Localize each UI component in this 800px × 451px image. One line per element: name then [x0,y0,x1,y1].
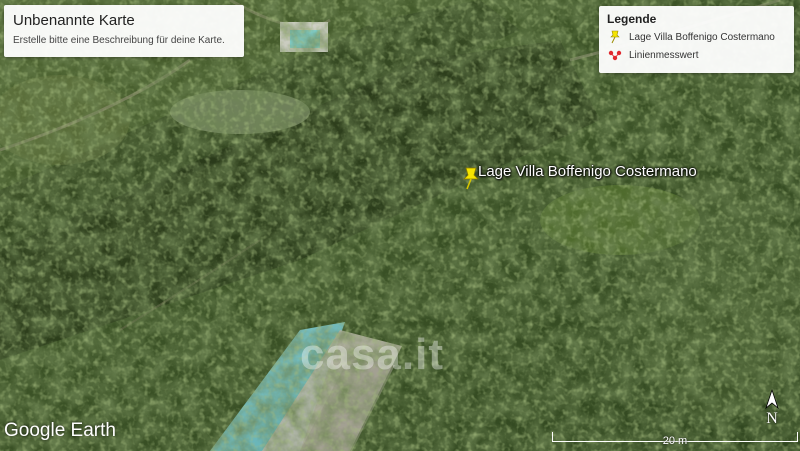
map-info-card[interactable]: Unbenannte Karte Erstelle bitte eine Bes… [4,5,244,57]
map-description: Erstelle bitte eine Beschreibung für dei… [13,35,225,46]
casa-watermark: casa.it [300,330,444,379]
compass-north[interactable]: N [761,388,783,432]
line-measure-icon [607,48,623,62]
legend-title: Legende [607,12,657,26]
legend-panel: Legende Lage Villa Boffenigo Costermano … [599,6,794,73]
legend-item-label: Lage Villa Boffenigo Costermano [629,31,775,43]
placemark-label[interactable]: Lage Villa Boffenigo Costermano [478,163,697,180]
yellow-pushpin-icon [607,30,623,44]
legend-item: Lage Villa Boffenigo Costermano [607,30,786,44]
scale-label: 20 m [662,435,688,447]
north-label: N [766,410,778,427]
legend-item-label: Linienmesswert [629,49,699,61]
north-arrow-icon [765,388,779,410]
legend-item: Linienmesswert [607,48,786,62]
map-title: Unbenannte Karte [13,12,135,29]
satellite-map[interactable]: Unbenannte Karte Erstelle bitte eine Bes… [0,0,800,451]
scale-bar: 20 m [552,431,798,447]
google-earth-logo: Google Earth [4,420,116,441]
